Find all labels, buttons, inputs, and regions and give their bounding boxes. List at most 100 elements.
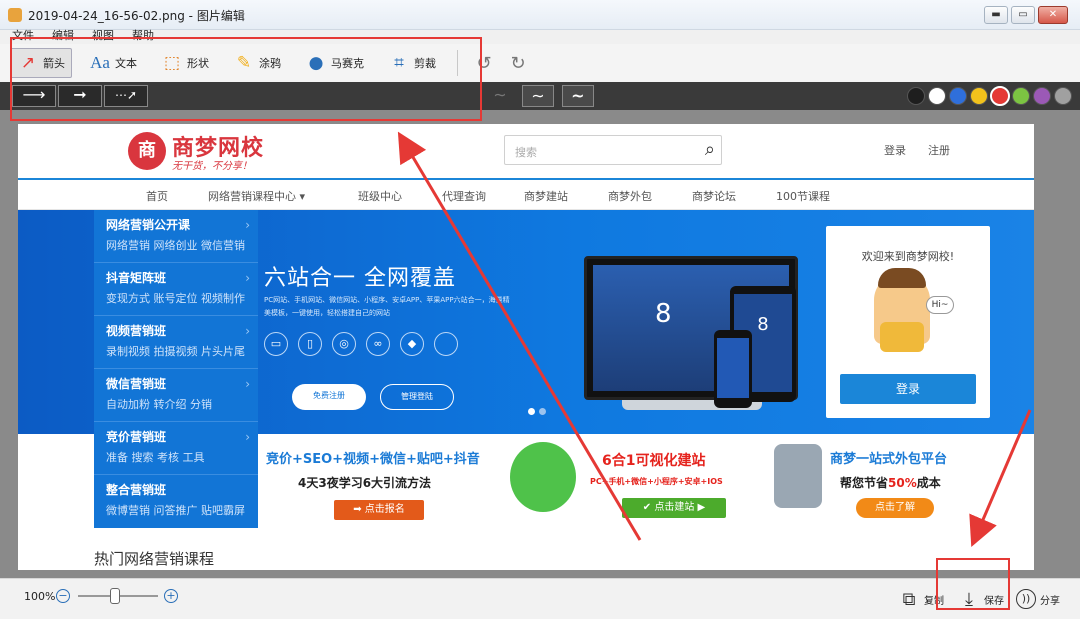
course-side-menu: 网络营销公开课 网络营销 网络创业 微信营销 › 抖音矩阵班 变现方式 账号定位… (94, 210, 258, 528)
title-bar: 2019-04-24_16-56-02.png - 图片编辑 ▬ ▭ ✕ (0, 0, 1080, 30)
color-swatch-white[interactable] (928, 87, 946, 105)
site-nav: 首页 网络营销课程中心 ▾ 班级中心 代理查询 商梦建站 商梦外包 商梦论坛 1… (18, 178, 1034, 210)
shape-tool[interactable]: ⬚ 形状 (154, 48, 216, 78)
save-label: 保存 (984, 595, 1004, 607)
menu-edit[interactable]: 编辑 (52, 28, 74, 44)
mascot-avatar (874, 268, 930, 352)
zoom-slider-thumb[interactable] (110, 588, 120, 604)
stroke-medium-button[interactable]: ∼ (522, 85, 554, 107)
color-swatch-red[interactable] (990, 86, 1010, 106)
site-logo-seal: 商 (128, 132, 166, 170)
undo-icon[interactable]: ↺ (472, 53, 496, 74)
promo-subtitle-post: 成本 (916, 476, 941, 490)
phone-illustration (714, 330, 752, 408)
site-logo-slogan: 无干货，不分享！ (172, 161, 252, 172)
welcome-card: 欢迎来到商梦网校! Hi~ 登录 (826, 226, 990, 418)
window-controls: ▬ ▭ ✕ (984, 6, 1068, 24)
mascot-shirt (880, 322, 924, 352)
close-button[interactable]: ✕ (1038, 6, 1068, 24)
course-category-title: 微信营销班 (106, 377, 167, 391)
arrow-icon: ↗ (20, 53, 36, 73)
banner-dot (539, 408, 546, 415)
course-category-sub: 准备 搜索 考核 工具 (106, 451, 205, 464)
site-nav-item: 代理查询 (442, 190, 486, 203)
color-swatch-black[interactable] (907, 87, 925, 105)
outsourcing-illustration (774, 444, 822, 508)
text-tool[interactable]: Aa 文本 (82, 48, 144, 78)
arrow-style-thin-button[interactable]: ⟶ (12, 85, 56, 107)
course-category: 竞价营销班 准备 搜索 考核 工具 › (94, 422, 258, 475)
arrow-tool[interactable]: ↗ 箭头 (10, 48, 72, 78)
banner-manage-button: 管理登陆 (380, 384, 454, 410)
promo-signup-button: ➡ 点击报名 (334, 500, 424, 520)
copy-button[interactable]: ⧉ 复制 (898, 585, 944, 613)
site-login-link: 登录 (884, 144, 906, 157)
site-register-link: 注册 (928, 144, 950, 157)
arrow-style-dotted-button[interactable]: ⋯➚ (104, 85, 148, 107)
stroke-thin-button[interactable]: ∼ (484, 85, 516, 107)
site-nav-item: 100节课程 (776, 190, 830, 203)
course-category: 微信营销班 自动加粉 转介绍 分销 › (94, 369, 258, 422)
chevron-right-icon: › (245, 324, 250, 338)
chevron-right-icon: › (245, 377, 250, 391)
site-search-input: 搜索 ⌕ (504, 135, 722, 165)
course-category-title: 整合营销班 (106, 483, 167, 497)
promo-build-button: ✔ 点击建站 ▶ (622, 498, 726, 518)
promo-website-builder: 6合1可视化建站 PC+手机+微信+小程序+安卓+IOS ✔ 点击建站 ▶ (504, 434, 740, 528)
site-nav-item: 商梦论坛 (692, 190, 736, 203)
save-button[interactable]: ⤓ 保存 (958, 585, 1004, 613)
promo-outsourcing: 商梦一站式外包平台 帮您节省50%成本 点击了解 (756, 434, 992, 528)
color-swatch-blue[interactable] (949, 87, 967, 105)
share-icon: )) (1016, 589, 1036, 609)
color-swatch-purple[interactable] (1033, 87, 1051, 105)
brush-tool[interactable]: ✎ 涂鸦 (226, 48, 288, 78)
color-swatch-yellow[interactable] (970, 87, 988, 105)
color-swatch-gray[interactable] (1054, 87, 1072, 105)
toolbar-separator (457, 50, 458, 76)
promo-title: 商梦一站式外包平台 (830, 452, 948, 467)
course-category-sub: 微博营销 问答推广 贴吧霸屏 (106, 504, 245, 517)
course-category-title: 竞价营销班 (106, 430, 167, 444)
color-swatch-green[interactable] (1012, 87, 1030, 105)
stroke-thick-button[interactable]: ∼ (562, 85, 594, 107)
options-bar: ⟶ ➞ ⋯➚ ∼ ∼ ∼ (0, 82, 1080, 110)
builder-illustration (510, 442, 576, 512)
arrow-style-bold-button[interactable]: ➞ (58, 85, 102, 107)
promo-subtitle-highlight: 50% (888, 476, 917, 490)
promo-row: 竞价+SEO+视频+微信+贴吧+抖音 4天3夜学习6大引流方法 ➡ 点击报名 6… (258, 434, 992, 528)
site-nav-item: 商梦建站 (524, 190, 568, 203)
promo-subtitle: 帮您节省50%成本 (840, 474, 941, 491)
mobile-icon: ▯ (298, 332, 322, 356)
chevron-right-icon: › (245, 218, 250, 232)
color-palette (907, 86, 1072, 106)
minimize-button[interactable]: ▬ (984, 6, 1008, 24)
menu-file[interactable]: 文件 (12, 28, 34, 44)
site-search-placeholder: 搜索 (515, 146, 537, 159)
promo-title: 竞价+SEO+视频+微信+贴吧+抖音 (266, 452, 480, 467)
edited-image[interactable]: 商 商梦网校 无干货，不分享！ 搜索 ⌕ 登录 注册 首页 网络营销课程中心 ▾… (18, 124, 1034, 570)
share-button[interactable]: )) 分享 (1016, 585, 1060, 613)
redo-icon[interactable]: ↻ (506, 53, 530, 74)
promo-title: 6合1可视化建站 (602, 453, 706, 469)
maximize-button[interactable]: ▭ (1011, 6, 1035, 24)
android-icon: ◆ (400, 332, 424, 356)
zoom-out-button[interactable]: − (56, 589, 70, 603)
course-category-sub: 自动加粉 转介绍 分销 (106, 398, 212, 411)
menu-help[interactable]: 帮助 (132, 28, 154, 44)
app-icon (8, 8, 22, 22)
zoom-in-button[interactable]: + (164, 589, 178, 603)
site-nav-item: 商梦外包 (608, 190, 652, 203)
course-category: 整合营销班 微博营销 问答推广 贴吧霸屏 (94, 475, 258, 528)
crop-tool[interactable]: ⌗ 剪裁 (381, 48, 443, 78)
status-bar: 100% − + ⧉ 复制 ⤓ 保存 )) 分享 (0, 578, 1080, 619)
menu-view[interactable]: 视图 (92, 28, 114, 44)
course-category-title: 网络营销公开课 (106, 218, 191, 232)
banner-register-button: 免费注册 (292, 384, 366, 410)
search-icon: ⌕ (704, 139, 715, 160)
banner-description: PC网站、手机网站、微信网站、小程序、安卓APP、苹果APP六站合一，海量精美模… (264, 296, 510, 317)
pencil-icon: ✎ (236, 53, 252, 73)
droplet-icon: ● (308, 53, 324, 73)
copy-label: 复制 (924, 595, 944, 607)
mosaic-tool[interactable]: ● 马赛克 (298, 48, 371, 78)
mini-program-icon: ∞ (366, 332, 390, 356)
